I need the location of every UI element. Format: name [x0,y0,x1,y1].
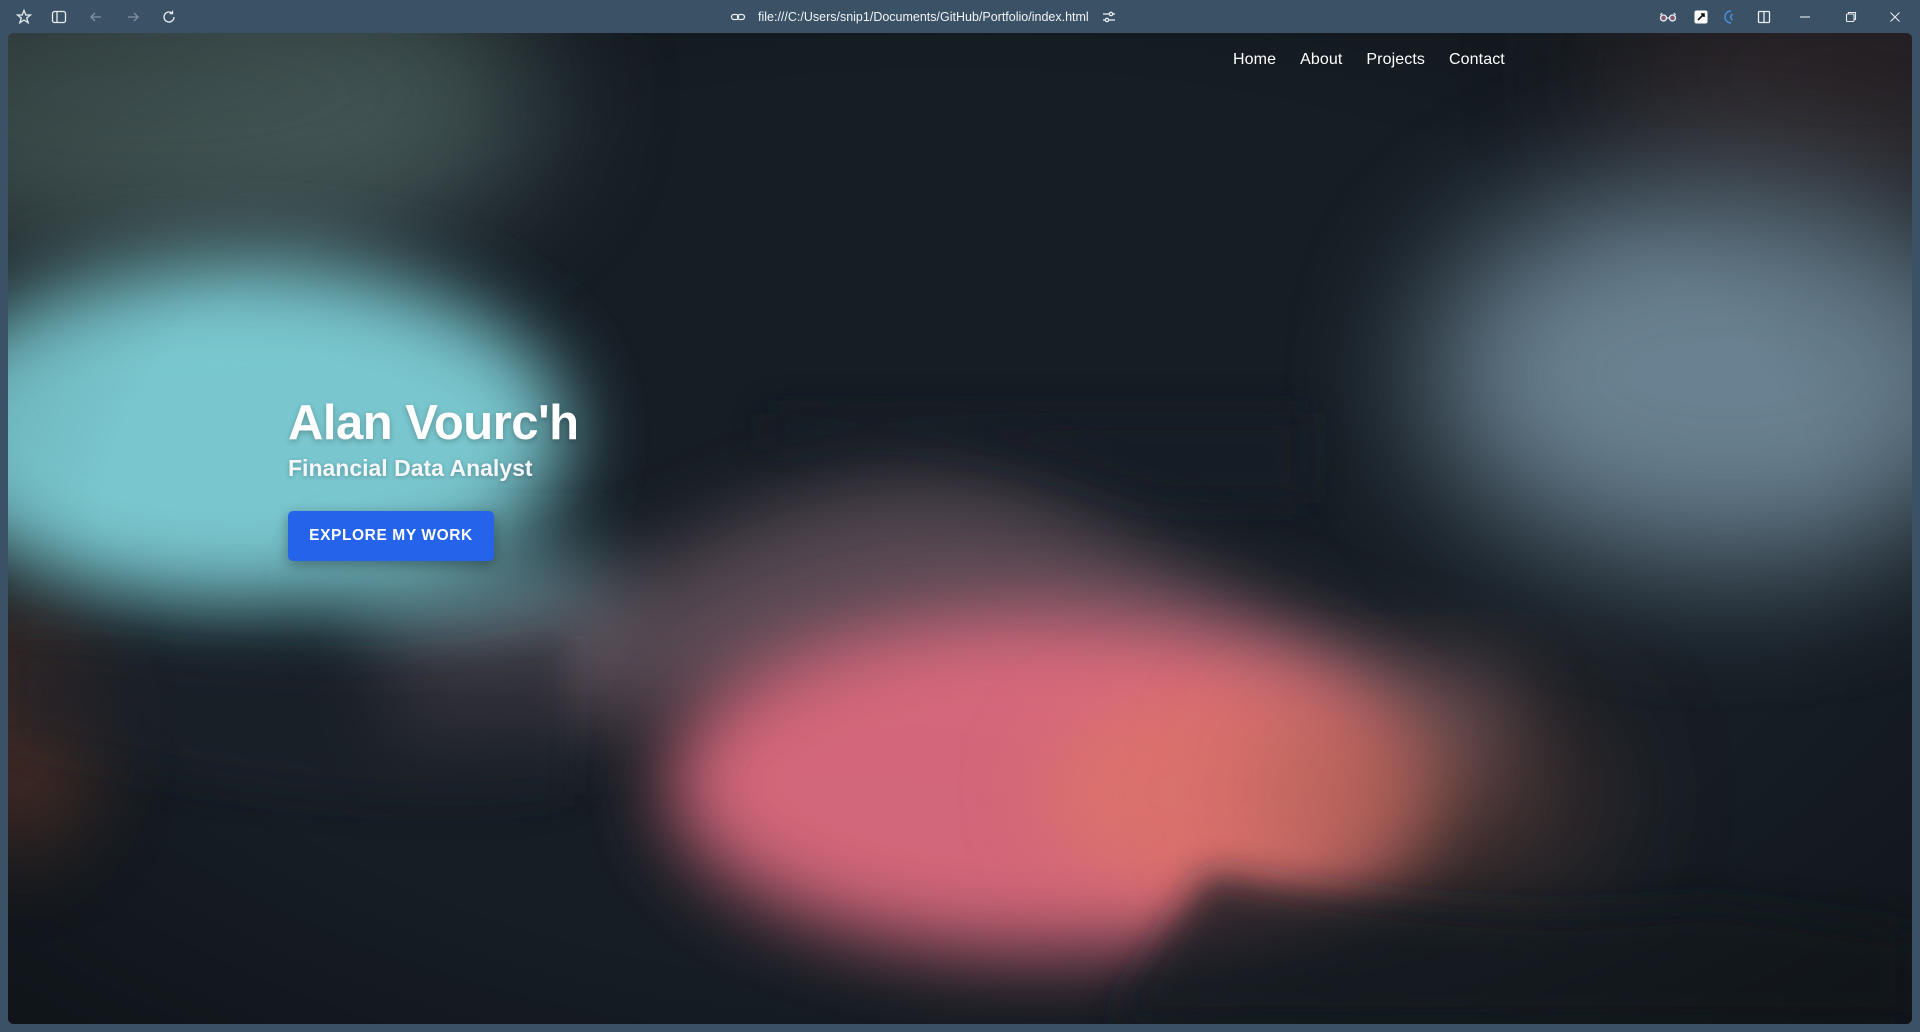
split-view-icon[interactable] [1751,4,1777,30]
nav-link-projects[interactable]: Projects [1366,51,1425,69]
browser-toolbar: file:///C:/Users/snip1/Documents/GitHub/… [0,0,1920,33]
bookmark-icon[interactable] [1716,4,1742,30]
hero-subtitle: Financial Data Analyst [288,455,533,481]
nav-link-home[interactable]: Home [1233,51,1276,69]
reload-icon[interactable] [156,4,182,30]
explore-my-work-button[interactable]: EXPLORE MY WORK [288,511,494,561]
nav-link-about[interactable]: About [1300,51,1342,69]
address-bar[interactable]: file:///C:/Users/snip1/Documents/GitHub/… [730,0,1117,33]
sliders-icon[interactable] [1101,9,1117,25]
notion-icon[interactable] [1688,4,1714,30]
main-nav: Home About Projects Contact [1233,51,1505,69]
close-icon[interactable] [1872,0,1918,33]
restore-icon[interactable] [1828,0,1874,33]
url-text: file:///C:/Users/snip1/Documents/GitHub/… [758,9,1089,24]
minimize-icon[interactable] [1782,0,1828,33]
sidebar-toggle-icon[interactable] [46,4,72,30]
glasses-icon[interactable] [1655,4,1681,30]
page-viewport: Home About Projects Contact Alan Vourc'h… [8,33,1912,1024]
hero-name: Alan Vourc'h [288,396,579,450]
hero-section: Alan Vourc'h Financial Data Analyst EXPL… [288,393,579,561]
nav-link-contact[interactable]: Contact [1449,51,1505,69]
link-icon [730,9,746,25]
forward-arrow-icon[interactable] [120,4,146,30]
workspaces-icon[interactable] [11,4,37,30]
back-arrow-icon[interactable] [83,4,109,30]
